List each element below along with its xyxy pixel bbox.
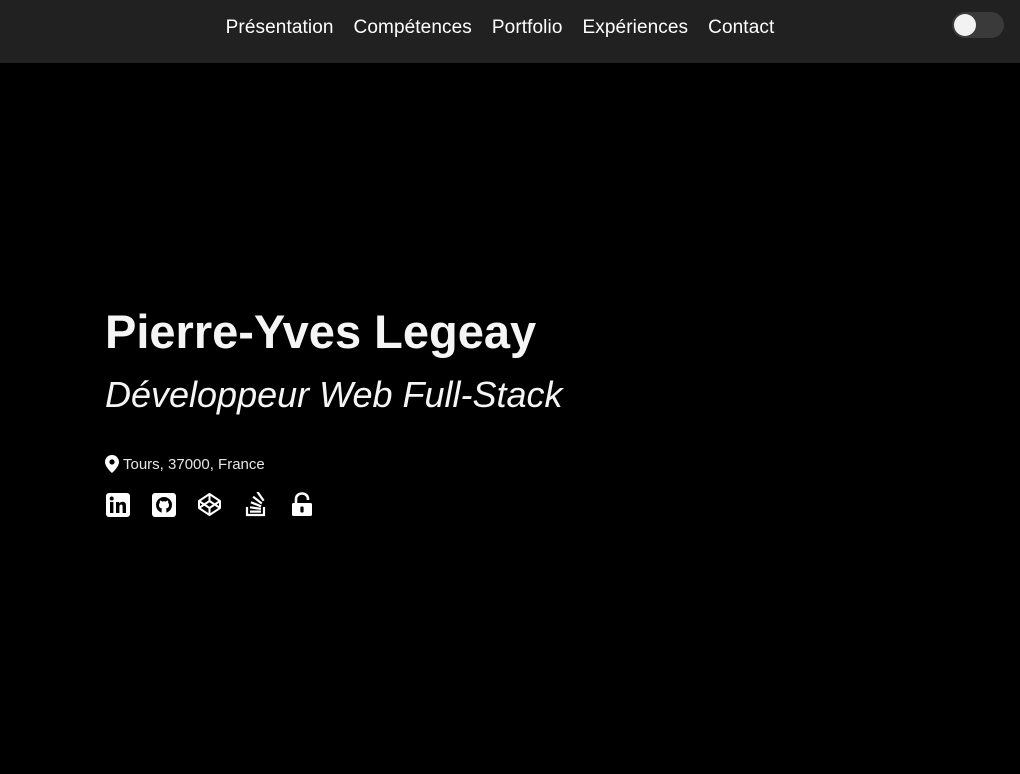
stack-overflow-link[interactable] [243, 492, 268, 517]
hero-section: Pierre-Yves Legeay Développeur Web Full-… [105, 300, 905, 517]
theme-toggle[interactable] [952, 12, 1004, 38]
social-links [105, 492, 905, 517]
location-text: Tours, 37000, France [123, 455, 265, 473]
location: Tours, 37000, France [105, 454, 905, 474]
github-link[interactable] [151, 492, 176, 517]
toggle-knob [954, 14, 976, 36]
codepen-icon [198, 493, 221, 516]
nav-link-portfolio[interactable]: Portfolio [482, 17, 573, 39]
navbar: Présentation Compétences Portfolio Expér… [0, 0, 1020, 63]
hero-name: Pierre-Yves Legeay [105, 305, 537, 358]
stack-overflow-icon [245, 492, 265, 517]
linkedin-link[interactable] [105, 492, 130, 517]
nav-link-contact[interactable]: Contact [698, 17, 784, 39]
nav-link-competences[interactable]: Compétences [344, 17, 482, 39]
nav-links: Présentation Compétences Portfolio Expér… [0, 0, 1000, 56]
unlock-link[interactable] [289, 492, 314, 517]
hero-title: Développeur Web Full-Stack [105, 374, 563, 415]
map-marker-icon [105, 455, 119, 473]
linkedin-icon [105, 492, 130, 517]
github-icon [151, 492, 176, 517]
unlock-icon [291, 492, 312, 516]
codepen-link[interactable] [197, 492, 222, 517]
nav-link-presentation[interactable]: Présentation [216, 17, 344, 39]
nav-link-experiences[interactable]: Expériences [573, 17, 699, 39]
